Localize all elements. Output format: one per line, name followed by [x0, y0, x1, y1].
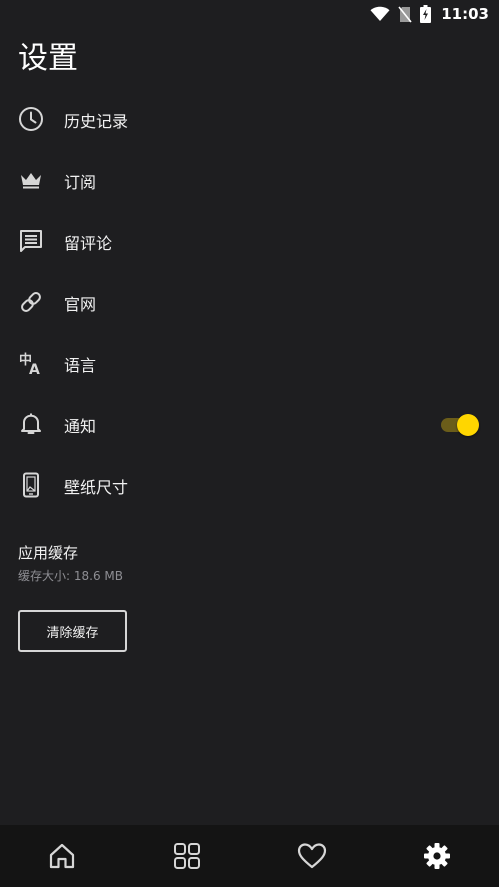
cache-section: 应用缓存 缓存大小: 18.6 MB [18, 542, 123, 585]
settings-item-label: 历史记录 [64, 111, 129, 131]
crown-icon [18, 167, 44, 193]
bell-icon [18, 411, 44, 437]
grid-icon [173, 842, 201, 870]
status-icons: 11:03 [370, 4, 489, 24]
settings-item-history[interactable]: 历史记录 [0, 89, 499, 150]
phone-icon [18, 472, 44, 498]
heart-icon [297, 842, 327, 870]
settings-item-label: 订阅 [64, 172, 97, 192]
history-icon [18, 106, 44, 132]
svg-text:A: A [29, 362, 40, 376]
settings-item-label: 留评论 [64, 233, 113, 253]
no-sim-icon [398, 6, 412, 23]
notification-toggle[interactable] [441, 413, 479, 437]
settings-item-language[interactable]: 中 A 语言 [0, 333, 499, 394]
settings-item-label: 官网 [64, 294, 97, 314]
translate-icon: 中 A [18, 350, 44, 376]
nav-item-settings[interactable] [374, 825, 499, 887]
settings-item-notification[interactable]: 通知 [0, 394, 499, 455]
settings-item-label: 壁纸尺寸 [64, 477, 129, 497]
cache-title: 应用缓存 [18, 544, 79, 562]
settings-item-subscription[interactable]: 订阅 [0, 150, 499, 211]
nav-item-home[interactable] [0, 825, 125, 887]
settings-item-label: 通知 [64, 416, 97, 436]
nav-item-favorites[interactable] [250, 825, 375, 887]
nav-item-categories[interactable] [125, 825, 250, 887]
comment-icon [18, 228, 44, 254]
status-bar: 11:03 [0, 0, 499, 28]
settings-item-comment[interactable]: 留评论 [0, 211, 499, 272]
clear-cache-button[interactable]: 清除缓存 [18, 610, 127, 652]
battery-charging-icon [420, 5, 432, 23]
page-title: 设置 [18, 41, 78, 76]
settings-item-label: 语言 [64, 355, 97, 375]
settings-gear-icon [423, 842, 451, 870]
link-icon [18, 289, 44, 315]
home-icon [48, 842, 76, 870]
wifi-icon [370, 6, 390, 22]
toggle-thumb [457, 413, 479, 436]
cache-size: 缓存大小: 18.6 MB [18, 569, 123, 583]
bottom-nav [0, 825, 499, 887]
settings-list: 历史记录 订阅 留评论 官网 中 A 语言 通知 壁纸尺寸 [0, 89, 499, 516]
status-time: 11:03 [441, 5, 489, 23]
settings-item-website[interactable]: 官网 [0, 272, 499, 333]
settings-item-wallpaper-size[interactable]: 壁纸尺寸 [0, 455, 499, 516]
